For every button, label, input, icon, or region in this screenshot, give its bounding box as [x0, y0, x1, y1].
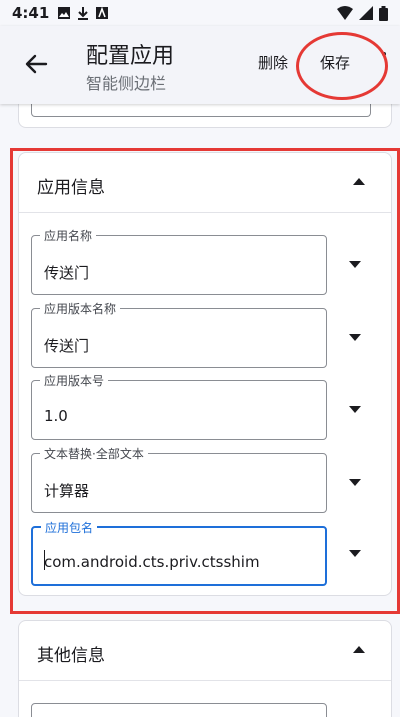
package-name-dropdown-icon[interactable] [349, 550, 361, 558]
text-replace-dropdown-icon[interactable] [349, 479, 361, 487]
battery-icon [379, 5, 388, 21]
status-time: 4:41 [12, 4, 50, 22]
wifi-icon [337, 6, 353, 20]
image-icon [58, 7, 71, 19]
app-name-dropdown-icon[interactable] [349, 261, 361, 269]
app-name-field[interactable]: 应用名称 传送门 [31, 227, 327, 295]
back-arrow-icon[interactable] [22, 50, 50, 78]
app-version-name-label: 应用版本名称 [40, 300, 121, 317]
app-info-title: 应用信息 [37, 178, 105, 198]
package-name-label: 应用包名 [41, 519, 98, 536]
delete-button[interactable]: 删除 [258, 52, 288, 73]
app-version-code-label: 应用版本号 [40, 372, 109, 389]
other-info-header[interactable]: 其他信息 [19, 621, 391, 681]
page-title: 配置应用 [86, 44, 175, 69]
app-version-code-value: 1.0 [44, 407, 68, 425]
download-icon [78, 7, 89, 20]
signal-icon [359, 6, 373, 20]
more-options-icon[interactable] [382, 52, 386, 56]
collapse-arrow-icon[interactable] [353, 177, 365, 185]
page-subtitle: 智能侧边栏 [86, 74, 167, 93]
app-version-code-dropdown-icon[interactable] [349, 406, 361, 414]
save-button[interactable]: 保存 [320, 52, 350, 73]
package-name-value: com.android.cts.priv.ctsshim [44, 553, 260, 571]
app-version-code-field[interactable]: 应用版本号 1.0 [31, 372, 327, 440]
other-info-title: 其他信息 [37, 646, 105, 666]
app-name-value: 传送门 [44, 264, 90, 282]
text-replace-value: 计算器 [44, 482, 90, 500]
app-info-card: 应用信息 应用名称 传送门 应用版本名称 传送门 应用版本号 1.0 文本替换·… [18, 152, 392, 596]
other-info-collapse-icon[interactable] [353, 645, 365, 653]
status-bar: 4:41 [0, 0, 400, 26]
text-replace-label: 文本替换·全部文本 [40, 445, 148, 462]
other-info-card: 其他信息 [18, 620, 392, 717]
app-version-name-field[interactable]: 应用版本名称 传送门 [31, 300, 327, 368]
package-name-field[interactable]: 应用包名 com.android.cts.priv.ctsshim [31, 519, 327, 586]
other-info-field[interactable] [31, 703, 327, 717]
app-bar: 配置应用 智能侧边栏 删除 保存 [0, 26, 400, 104]
app-version-name-dropdown-icon[interactable] [349, 334, 361, 342]
app-name-label: 应用名称 [40, 227, 97, 244]
app-version-name-value: 传送门 [44, 337, 90, 355]
app-notification-icon [96, 6, 109, 19]
app-info-header[interactable]: 应用信息 [19, 153, 391, 213]
text-replace-field[interactable]: 文本替换·全部文本 计算器 [31, 445, 327, 513]
